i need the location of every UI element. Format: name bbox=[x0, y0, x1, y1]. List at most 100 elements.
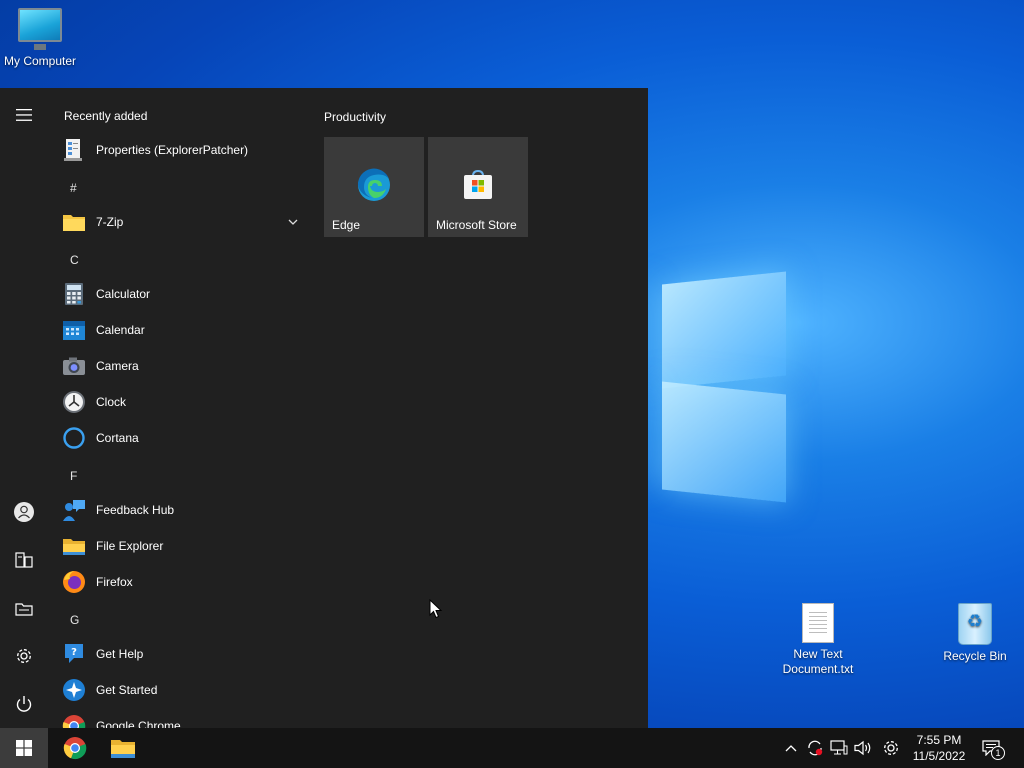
recently-added-heading: Recently added bbox=[64, 109, 148, 123]
app-label: Clock bbox=[96, 395, 127, 409]
calendar-icon bbox=[62, 318, 86, 342]
get-started-icon bbox=[62, 678, 86, 702]
power-icon bbox=[16, 696, 32, 712]
edge-icon bbox=[357, 168, 390, 201]
folder-icon bbox=[62, 210, 86, 234]
action-center-button[interactable]: 1 bbox=[982, 738, 1008, 760]
windows-logo-icon bbox=[16, 740, 32, 756]
chrome-icon bbox=[63, 737, 87, 760]
network-button[interactable] bbox=[829, 738, 849, 758]
app-item-calculator[interactable]: Calculator bbox=[62, 279, 302, 309]
app-label: Feedback Hub bbox=[96, 503, 175, 517]
chevron-up-icon bbox=[785, 745, 797, 752]
user-account-button[interactable] bbox=[0, 490, 48, 534]
app-item-calendar[interactable]: Calendar bbox=[62, 315, 302, 345]
app-item-file-explorer[interactable]: File Explorer bbox=[62, 531, 302, 561]
wallpaper-windows-logo bbox=[640, 262, 800, 506]
group-header-g[interactable]: G bbox=[70, 613, 79, 627]
store-icon bbox=[464, 169, 492, 199]
app-label: Get Help bbox=[96, 647, 144, 661]
feedback-hub-icon bbox=[62, 498, 86, 522]
clock-date: 11/5/2022 bbox=[912, 749, 966, 763]
clock-time: 7:55 PM bbox=[916, 733, 962, 747]
tray-settings-button[interactable] bbox=[881, 738, 901, 758]
pictures-button[interactable] bbox=[0, 586, 48, 630]
gear-icon bbox=[884, 741, 898, 755]
desktop-icon-new-text-document[interactable]: New Text Document.txt bbox=[778, 603, 858, 677]
app-item-7-zip[interactable]: 7-Zip bbox=[62, 207, 302, 237]
group-header-f[interactable]: F bbox=[70, 469, 77, 483]
app-label: Firefox bbox=[96, 575, 133, 589]
pictures-icon bbox=[15, 602, 33, 616]
mouse-cursor-icon bbox=[429, 599, 443, 619]
power-button[interactable] bbox=[0, 682, 48, 726]
hamburger-menu-button[interactable] bbox=[0, 93, 48, 137]
desktop-icon-label-line1: New Text bbox=[793, 647, 843, 661]
desktop-icon-my-computer[interactable]: My Computer bbox=[0, 8, 80, 69]
taskbar-chrome-button[interactable] bbox=[51, 728, 99, 768]
app-label: File Explorer bbox=[96, 539, 164, 553]
show-hidden-icons-button[interactable] bbox=[781, 738, 801, 758]
app-item-google-chrome[interactable]: Google Chrome bbox=[62, 711, 302, 728]
desktop-icon-recycle-bin[interactable]: Recycle Bin bbox=[936, 603, 1014, 664]
network-icon bbox=[830, 740, 848, 755]
tile-label: Edge bbox=[332, 218, 361, 232]
desktop-icon-label: Recycle Bin bbox=[943, 649, 1007, 663]
volume-button[interactable] bbox=[853, 738, 873, 758]
properties-icon bbox=[62, 138, 86, 162]
calculator-icon bbox=[62, 282, 86, 306]
group-header-hash[interactable]: # bbox=[70, 181, 77, 195]
app-item-feedback-hub[interactable]: Feedback Hub bbox=[62, 495, 302, 525]
taskbar-clock[interactable]: 7:55 PM 11/5/2022 bbox=[906, 732, 972, 764]
notification-count-badge: 1 bbox=[991, 746, 1005, 760]
app-label: Cortana bbox=[96, 431, 139, 445]
start-rail bbox=[0, 88, 48, 728]
tile-edge[interactable]: Edge bbox=[324, 137, 424, 237]
documents-icon bbox=[15, 552, 33, 568]
start-menu: Recently added Properties (ExplorerPatch… bbox=[0, 88, 648, 728]
chevron-down-icon[interactable] bbox=[288, 215, 298, 229]
tiles-group-title[interactable]: Productivity bbox=[324, 110, 386, 124]
taskbar-file-explorer-button[interactable] bbox=[99, 728, 147, 768]
folder-icon bbox=[62, 534, 86, 558]
settings-button[interactable] bbox=[0, 634, 48, 678]
app-label: Calculator bbox=[96, 287, 151, 301]
app-label: Google Chrome bbox=[96, 719, 181, 728]
user-avatar-icon bbox=[14, 502, 34, 522]
documents-button[interactable] bbox=[0, 538, 48, 582]
text-document-icon bbox=[802, 603, 834, 643]
app-item-cortana[interactable]: Cortana bbox=[62, 423, 302, 453]
app-item-clock[interactable]: Clock bbox=[62, 387, 302, 417]
app-label: 7-Zip bbox=[96, 215, 124, 229]
taskbar: 7:55 PM 11/5/2022 1 bbox=[0, 728, 1024, 768]
tile-microsoft-store[interactable]: Microsoft Store bbox=[428, 137, 528, 237]
desktop-icon-label: My Computer bbox=[3, 54, 77, 68]
app-list: Recently added Properties (ExplorerPatch… bbox=[48, 88, 312, 728]
get-help-icon: ? bbox=[62, 642, 86, 666]
recycle-bin-icon bbox=[958, 603, 992, 645]
app-item-get-help[interactable]: ? Get Help bbox=[62, 639, 302, 669]
clock-icon bbox=[62, 390, 86, 414]
volume-icon bbox=[854, 740, 871, 756]
cortana-icon bbox=[62, 426, 86, 450]
app-label: Properties (ExplorerPatcher) bbox=[96, 143, 249, 157]
sync-status-button[interactable] bbox=[805, 738, 825, 758]
settings-gear-icon bbox=[17, 649, 31, 663]
start-button[interactable] bbox=[0, 728, 48, 768]
group-header-c[interactable]: C bbox=[70, 253, 79, 267]
hamburger-menu-icon bbox=[16, 109, 32, 121]
app-item-camera[interactable]: Camera bbox=[62, 351, 302, 381]
app-label: Get Started bbox=[96, 683, 158, 697]
app-item-properties-explorerpatcher[interactable]: Properties (ExplorerPatcher) bbox=[62, 135, 302, 165]
app-label: Calendar bbox=[96, 323, 145, 337]
monitor-icon bbox=[18, 8, 62, 50]
app-item-get-started[interactable]: Get Started bbox=[62, 675, 302, 705]
tile-label: Microsoft Store bbox=[436, 218, 517, 232]
app-item-firefox[interactable]: Firefox bbox=[62, 567, 302, 597]
chrome-icon bbox=[62, 714, 86, 728]
svg-text:?: ? bbox=[71, 647, 77, 658]
desktop-icon-label-line2: Document.txt bbox=[782, 662, 854, 676]
camera-icon bbox=[62, 354, 86, 378]
sync-icon bbox=[808, 740, 823, 756]
firefox-icon bbox=[62, 570, 86, 594]
